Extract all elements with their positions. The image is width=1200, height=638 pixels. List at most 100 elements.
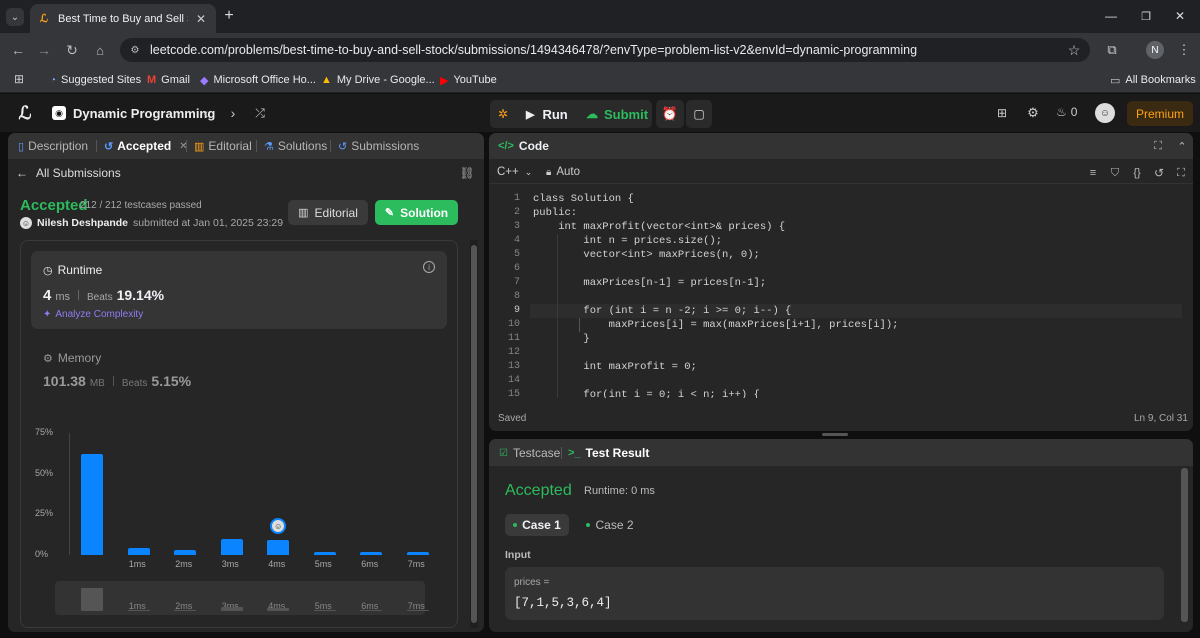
browser-tab[interactable]: ℒ Best Time to Buy and Sell Stock ✕: [30, 4, 216, 33]
layout-icon[interactable]: ⊞: [994, 105, 1010, 121]
bookmark-youtube[interactable]: ▶ YouTube: [440, 71, 497, 89]
line-number: 1: [513, 193, 520, 204]
bookmark-drive[interactable]: ▲ My Drive - Google...: [321, 71, 435, 89]
restore-icon[interactable]: ❐: [1138, 8, 1154, 24]
overview-bar: [360, 610, 383, 611]
left-tab-divider: [96, 140, 97, 152]
chart-bar[interactable]: [360, 551, 383, 555]
result-status: Accepted: [505, 482, 572, 499]
tab-editorial[interactable]: ▥ Editorial: [194, 137, 252, 155]
your-submission-avatar[interactable]: ☺: [270, 518, 287, 535]
book-icon: ▥: [194, 140, 205, 153]
notes-icon[interactable]: ▢: [686, 100, 712, 128]
chart-bar[interactable]: [267, 540, 290, 555]
site-info-icon[interactable]: ⚙: [128, 43, 142, 57]
leetcode-logo-icon[interactable]: ℒ: [16, 103, 34, 123]
tab-label: Description: [28, 139, 89, 153]
tab-accepted[interactable]: ↺ Accepted ✕: [104, 137, 188, 155]
reset-icon[interactable]: ↺: [1152, 166, 1166, 180]
submitter-name[interactable]: Nilesh Deshpande: [37, 217, 128, 229]
line-number: 8: [513, 291, 520, 302]
close-tab-icon[interactable]: ✕: [196, 12, 206, 26]
profile-avatar[interactable]: N: [1146, 41, 1164, 59]
format-icon[interactable]: ≡: [1086, 166, 1100, 180]
chart-bar[interactable]: [81, 454, 104, 555]
prev-problem-icon[interactable]: ‹: [200, 105, 212, 121]
apps-grid-icon[interactable]: ⊞: [12, 72, 26, 86]
stat-divider: [112, 376, 114, 386]
result-tab-divider: [561, 447, 562, 459]
bookmark-gmail[interactable]: M Gmail: [147, 71, 190, 89]
run-button[interactable]: ▶ Run: [516, 100, 574, 128]
url-field[interactable]: leetcode.com/problems/best-time-to-buy-a…: [120, 38, 1090, 62]
bookmark-office[interactable]: ◆ Microsoft Office Ho...: [200, 71, 316, 89]
all-submissions-link[interactable]: ← All Submissions: [16, 166, 121, 180]
bookmark-icon[interactable]: ⛉: [1108, 166, 1122, 180]
forward-icon[interactable]: →: [36, 42, 52, 58]
code-editor[interactable]: class Solution {public: int maxProfit(ve…: [533, 192, 1179, 398]
all-bookmarks[interactable]: ▭ All Bookmarks: [1110, 71, 1196, 89]
share-link-icon[interactable]: ⛓: [459, 166, 474, 180]
fullscreen-icon[interactable]: ⛶: [1174, 166, 1188, 180]
home-icon[interactable]: ⌂: [92, 42, 108, 58]
extensions-icon[interactable]: ⧉: [1104, 42, 1120, 58]
chart-overview-strip[interactable]: 1ms 2ms 3ms 4ms 5ms 6ms 7ms: [55, 581, 429, 615]
input-box: [505, 567, 1164, 620]
cursor-position: Ln 9, Col 31: [1134, 413, 1188, 424]
stats-container: ◷ Runtime i 4 ms Beats 19.14% ✦ Analyze …: [20, 240, 458, 628]
language-select[interactable]: C++ ⌄: [497, 166, 532, 178]
tab-search-icon[interactable]: ⌄: [6, 8, 24, 26]
tab-submissions[interactable]: ↺ Submissions: [338, 137, 419, 155]
timer-icon[interactable]: ⏰: [656, 100, 684, 128]
runtime-distribution-chart: 75% 50% 25% 0% 1ms 2ms 3ms 4ms ☺ 5ms 6ms 7ms: [21, 421, 457, 571]
browser-menu-icon[interactable]: ⋮: [1178, 42, 1191, 58]
tab-solutions[interactable]: ⚗ Solutions: [264, 137, 327, 155]
chart-bar[interactable]: [406, 551, 429, 555]
solution-button[interactable]: ✎ Solution: [375, 200, 458, 225]
autocomplete-mode[interactable]: 🔒︎ Auto: [546, 166, 580, 178]
overview-bar: [313, 610, 336, 611]
memory-beats-value: 5.15%: [151, 373, 192, 389]
y-tick-label: 75%: [35, 427, 54, 437]
chart-bar[interactable]: [313, 551, 336, 555]
case-2-button[interactable]: Case 2: [580, 514, 640, 536]
back-icon[interactable]: ←: [10, 42, 26, 58]
streak-counter[interactable]: ♨ 0: [1056, 105, 1077, 119]
chart-bar[interactable]: [127, 548, 150, 555]
new-tab-icon[interactable]: +: [221, 7, 237, 24]
chart-bar[interactable]: [174, 550, 197, 555]
close-window-icon[interactable]: ✕: [1172, 8, 1188, 24]
bookmark-star-icon[interactable]: ☆: [1066, 42, 1082, 58]
problem-list-title[interactable]: Dynamic Programming: [73, 106, 215, 121]
tab-test-result[interactable]: >_ Test Result: [568, 446, 649, 460]
case-1-button[interactable]: Case 1: [505, 514, 569, 536]
editorial-button[interactable]: ▥ Editorial: [288, 200, 368, 225]
result-scrollbar-thumb[interactable]: [1181, 468, 1188, 622]
next-problem-icon[interactable]: ›: [227, 105, 239, 121]
tab-description[interactable]: ▯ Description: [18, 137, 88, 155]
tab-testcase[interactable]: ☑ Testcase: [499, 446, 560, 460]
info-icon[interactable]: i: [423, 261, 435, 273]
submit-button[interactable]: ☁ Submit: [578, 100, 652, 128]
left-scrollbar-thumb[interactable]: [471, 245, 477, 623]
vertical-resize-handle[interactable]: [822, 433, 848, 436]
line-number: 6: [513, 263, 520, 274]
shuffle-icon[interactable]: ⤮: [253, 105, 267, 121]
bookmark-suggested-sites[interactable]: ◔ Suggested Sites: [50, 71, 141, 89]
memory-card[interactable]: ⚙ Memory 101.38 MB Beats 5.15%: [31, 341, 447, 401]
debug-icon[interactable]: ✲: [494, 104, 512, 124]
all-submissions-label: All Submissions: [36, 166, 121, 180]
analyze-complexity-link[interactable]: ✦ Analyze Complexity: [43, 309, 143, 320]
runtime-card[interactable]: ◷ Runtime i 4 ms Beats 19.14% ✦ Analyze …: [31, 251, 447, 329]
collapse-icon[interactable]: ⌃: [1176, 139, 1188, 153]
reload-icon[interactable]: ↻: [64, 42, 80, 58]
left-tab-divider: [330, 140, 331, 152]
settings-gear-icon[interactable]: ⚙: [1025, 105, 1041, 121]
premium-button[interactable]: Premium: [1127, 101, 1193, 126]
minimize-icon[interactable]: —: [1103, 8, 1119, 24]
chart-bar[interactable]: [220, 538, 243, 555]
maximize-icon[interactable]: ⛶: [1152, 139, 1164, 153]
user-avatar[interactable]: ☺: [1095, 103, 1115, 123]
braces-icon[interactable]: {}: [1130, 166, 1144, 180]
